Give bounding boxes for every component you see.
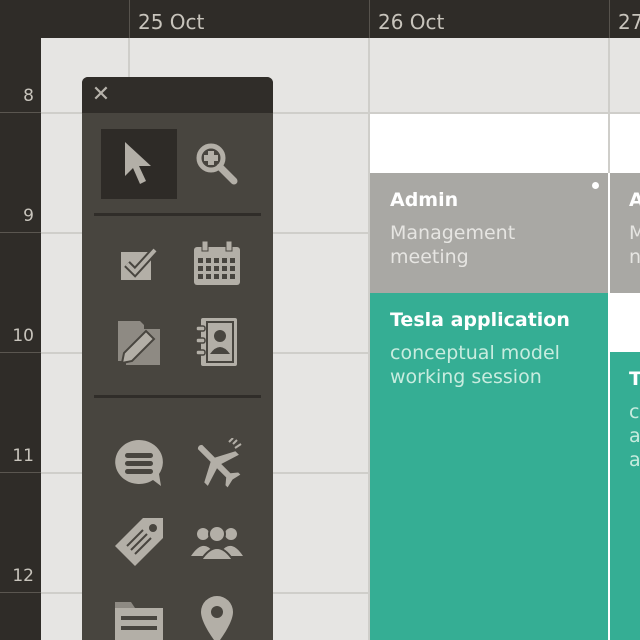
- folder-icon: [115, 602, 163, 640]
- event-admin[interactable]: Admin Management meeting: [370, 173, 608, 293]
- chat-tool-button[interactable]: [101, 429, 177, 499]
- calendar-icon: [194, 241, 240, 285]
- day-label-26-oct[interactable]: 26 Oct: [369, 0, 609, 38]
- hour-label-11: 11: [12, 446, 34, 466]
- tool-palette: ✕: [82, 77, 273, 640]
- people-group-icon: [191, 525, 243, 561]
- event-subtitle-line: a: [629, 425, 640, 447]
- event-title: Admin: [390, 189, 459, 211]
- palette-title-bar[interactable]: ✕: [82, 77, 273, 113]
- folder-tool-button[interactable]: [101, 585, 177, 640]
- task-checkbox-icon: [121, 247, 158, 280]
- day-label-27-oct[interactable]: 27: [609, 0, 640, 38]
- palette-divider: [94, 395, 261, 398]
- tag-icon: [115, 518, 163, 566]
- chat-bubble-icon: [115, 440, 163, 486]
- hour-label-12: 12: [12, 566, 34, 586]
- task-tool-button[interactable]: [101, 229, 177, 299]
- zoom-in-icon: [196, 143, 238, 185]
- event-subtitle-line: c: [629, 401, 640, 423]
- event-title: A: [629, 189, 640, 211]
- hour-label-10: 10: [12, 326, 34, 346]
- day-header: 25 Oct 26 Oct 27: [0, 0, 640, 38]
- select-tool-button[interactable]: [101, 129, 177, 199]
- event-tesla-application[interactable]: Tesla application conceptual model worki…: [370, 293, 608, 640]
- map-pin-icon: [201, 596, 233, 640]
- palette-divider: [94, 213, 261, 216]
- column-separator: [608, 173, 610, 640]
- gutter-divider: [0, 232, 41, 233]
- gutter-divider: [0, 112, 41, 113]
- airplane-icon: [197, 438, 242, 488]
- calendar-tool-button[interactable]: [179, 229, 255, 299]
- note-edit-icon: [118, 321, 160, 365]
- event-slot-empty[interactable]: [610, 293, 640, 352]
- hour-label-8: 8: [23, 86, 34, 106]
- note-tool-button[interactable]: [101, 307, 177, 377]
- event-tesla-27[interactable]: T c a a: [610, 352, 640, 640]
- event-slot-empty[interactable]: [370, 114, 608, 173]
- tag-tool-button[interactable]: [101, 507, 177, 577]
- gutter-divider: [0, 472, 41, 473]
- day-label-25-oct[interactable]: 25 Oct: [129, 0, 369, 38]
- travel-tool-button[interactable]: [179, 429, 255, 499]
- contacts-book-icon: [195, 318, 237, 366]
- people-tool-button[interactable]: [179, 507, 255, 577]
- arrow-cursor-icon: [125, 142, 151, 184]
- event-subtitle: conceptual model working session: [390, 342, 560, 388]
- event-subtitle-line: M: [629, 222, 640, 244]
- event-title: Tesla application: [390, 309, 570, 331]
- event-subtitle-line: n: [629, 246, 640, 268]
- contacts-tool-button[interactable]: [179, 307, 255, 377]
- event-indicator-dot: [592, 182, 599, 189]
- zoom-tool-button[interactable]: [179, 129, 255, 199]
- event-subtitle: Management meeting: [390, 222, 516, 268]
- event-admin-27[interactable]: A M n: [610, 173, 640, 293]
- gutter-divider: [0, 592, 41, 593]
- gutter-divider: [0, 352, 41, 353]
- hour-label-9: 9: [23, 206, 34, 226]
- event-slot-empty[interactable]: [610, 114, 640, 173]
- event-title: T: [629, 368, 640, 390]
- location-tool-button[interactable]: [179, 585, 255, 640]
- event-subtitle-line: a: [629, 449, 640, 471]
- close-icon[interactable]: ✕: [90, 83, 112, 107]
